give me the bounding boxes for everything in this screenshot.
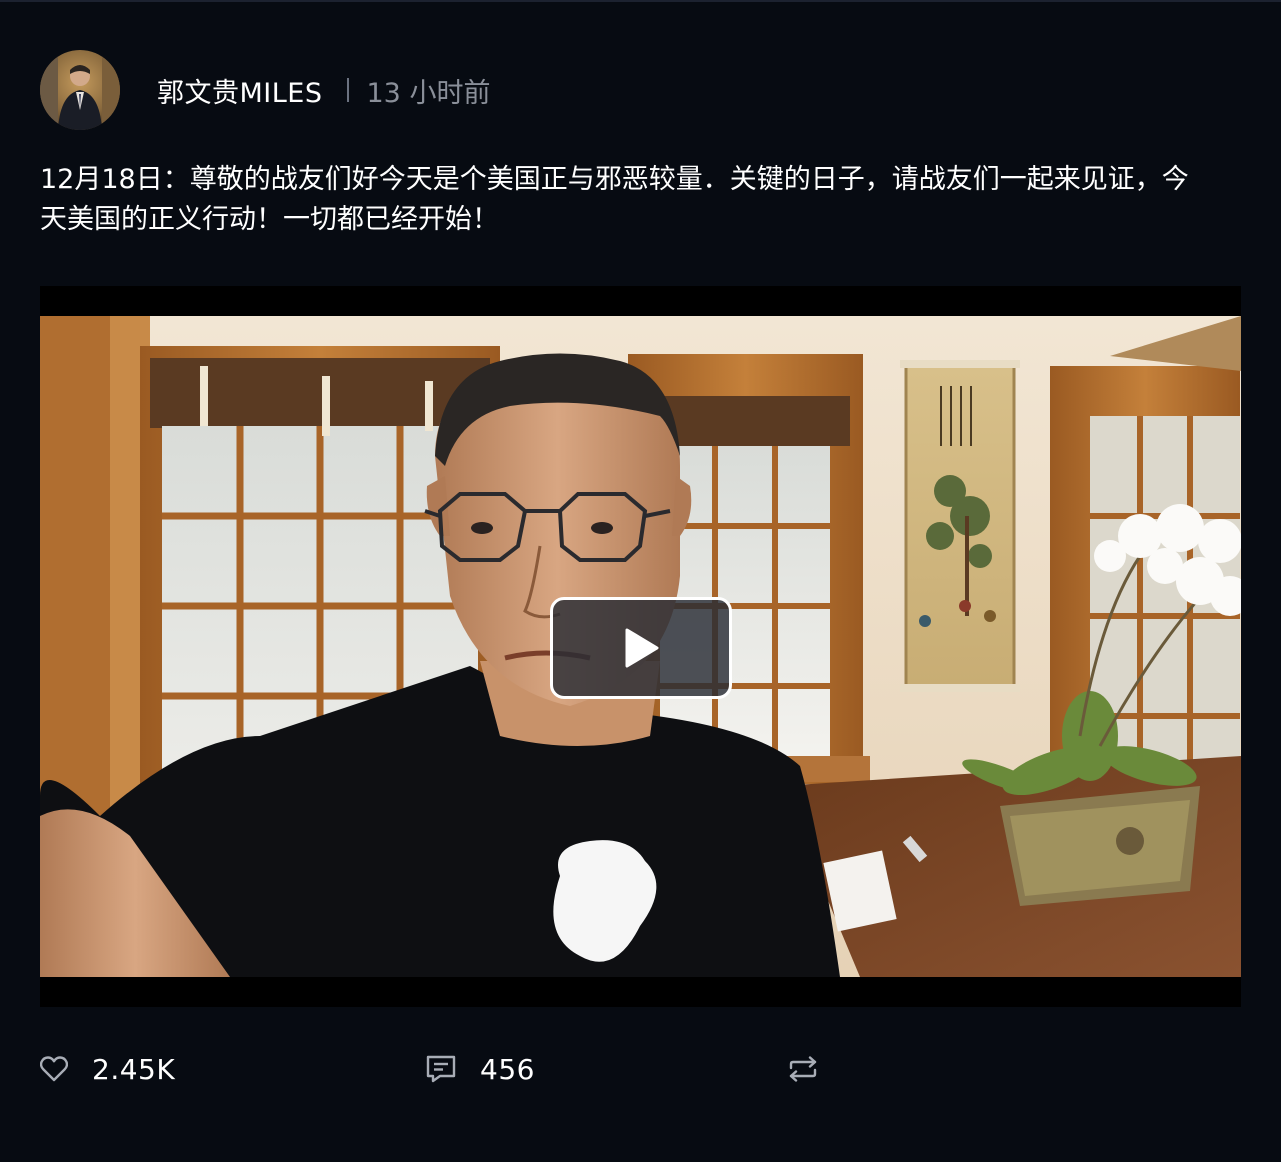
comment-count: 456 <box>480 1052 535 1086</box>
avatar-image <box>40 50 120 130</box>
post-timestamp: 13 小时前 <box>366 77 491 109</box>
play-icon <box>625 628 659 668</box>
post-text-line-2: 天美国的正义行动！一切都已经开始！ <box>40 204 499 235</box>
post-text-line-1: 12月18日：尊敬的战友们好今天是个美国正与邪恶较量．关键的日子，请战友们一起来… <box>40 164 1189 195</box>
top-divider <box>0 0 1281 2</box>
meta-separator <box>346 78 349 102</box>
play-button[interactable] <box>550 597 732 699</box>
comment-icon <box>426 1055 456 1083</box>
video-player[interactable] <box>40 286 1241 1007</box>
post-header: 郭文贵MILES 13 小时前 <box>40 50 490 130</box>
repost-button[interactable] <box>788 1046 818 1092</box>
post-actions: 2.45K 456 <box>40 1046 1240 1092</box>
post-card: 郭文贵MILES 13 小时前 12月18日：尊敬的战友们好今天是个美国正与邪恶… <box>0 0 1281 1162</box>
avatar[interactable] <box>40 50 120 130</box>
comment-button[interactable]: 456 <box>426 1046 535 1092</box>
like-count: 2.45K <box>92 1052 176 1086</box>
repost-icon <box>789 1056 817 1082</box>
heart-icon <box>40 1056 68 1082</box>
author-name[interactable]: 郭文贵MILES <box>157 71 323 110</box>
like-button[interactable]: 2.45K <box>40 1046 175 1092</box>
post-body: 12月18日：尊敬的战友们好今天是个美国正与邪恶较量．关键的日子，请战友们一起来… <box>40 160 1240 240</box>
